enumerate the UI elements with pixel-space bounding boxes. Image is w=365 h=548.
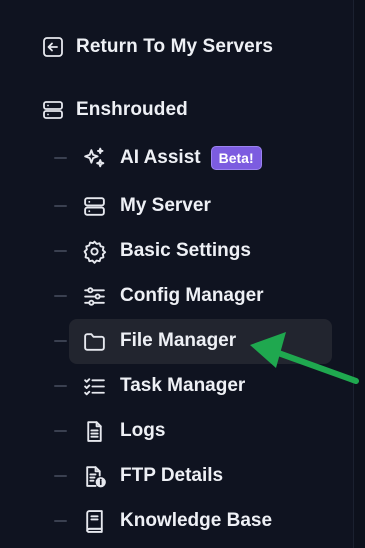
nav-item-knowledge-base[interactable]: Knowledge Base [80, 506, 272, 536]
sliders-icon [80, 282, 108, 310]
tree-tick [54, 340, 67, 342]
tree-tick [54, 250, 67, 252]
nav-item-task-manager[interactable]: Task Manager [80, 371, 245, 401]
nav-item-file-manager[interactable]: File Manager [80, 326, 236, 356]
sparkles-icon [80, 144, 108, 172]
nav-item-config-manager[interactable]: Config Manager [80, 281, 264, 311]
server-game-header[interactable]: Enshrouded [40, 96, 188, 124]
sidebar-edge [353, 0, 365, 548]
tree-tick [54, 205, 67, 207]
tree-tick [54, 385, 67, 387]
tree-tick [54, 430, 67, 432]
file-info-icon [80, 462, 108, 490]
nav-item-label: Knowledge Base [120, 510, 273, 531]
tree-tick [54, 295, 67, 297]
nav-item-ftp-details[interactable]: FTP Details [80, 461, 223, 491]
tree-tick [54, 475, 67, 477]
book-icon [80, 507, 108, 535]
nav-item-label: Basic Settings [120, 240, 251, 261]
checklist-icon [80, 372, 108, 400]
server-icon [80, 192, 108, 220]
nav-item-label: Config Manager [120, 285, 264, 306]
folder-icon [80, 327, 108, 355]
nav-item-label: File Manager [120, 330, 237, 351]
arrow-left-box-icon [40, 34, 66, 60]
server-icon [40, 97, 66, 123]
nav-item-label: AI Assist [120, 147, 201, 168]
nav-item-logs[interactable]: Logs [80, 416, 165, 446]
beta-badge: Beta! [210, 146, 262, 170]
nav-item-label: FTP Details [120, 465, 224, 486]
tree-tick [54, 157, 67, 159]
nav-item-label: Logs [120, 420, 166, 441]
game-label: Enshrouded [76, 99, 188, 120]
nav-item-label: My Server [120, 195, 211, 216]
nav-item-label: Task Manager [120, 375, 246, 396]
return-to-servers-link[interactable]: Return To My Servers [40, 33, 273, 61]
nav-item-ai-assist[interactable]: AI Assist Beta! [80, 143, 262, 173]
tree-tick [54, 520, 67, 522]
sidebar-nav: Return To My Servers Enshrouded AI Assis… [0, 0, 365, 548]
document-icon [80, 417, 108, 445]
nav-item-my-server[interactable]: My Server [80, 191, 211, 221]
nav-item-basic-settings[interactable]: Basic Settings [80, 236, 251, 266]
gear-icon [80, 237, 108, 265]
return-label: Return To My Servers [76, 36, 273, 57]
